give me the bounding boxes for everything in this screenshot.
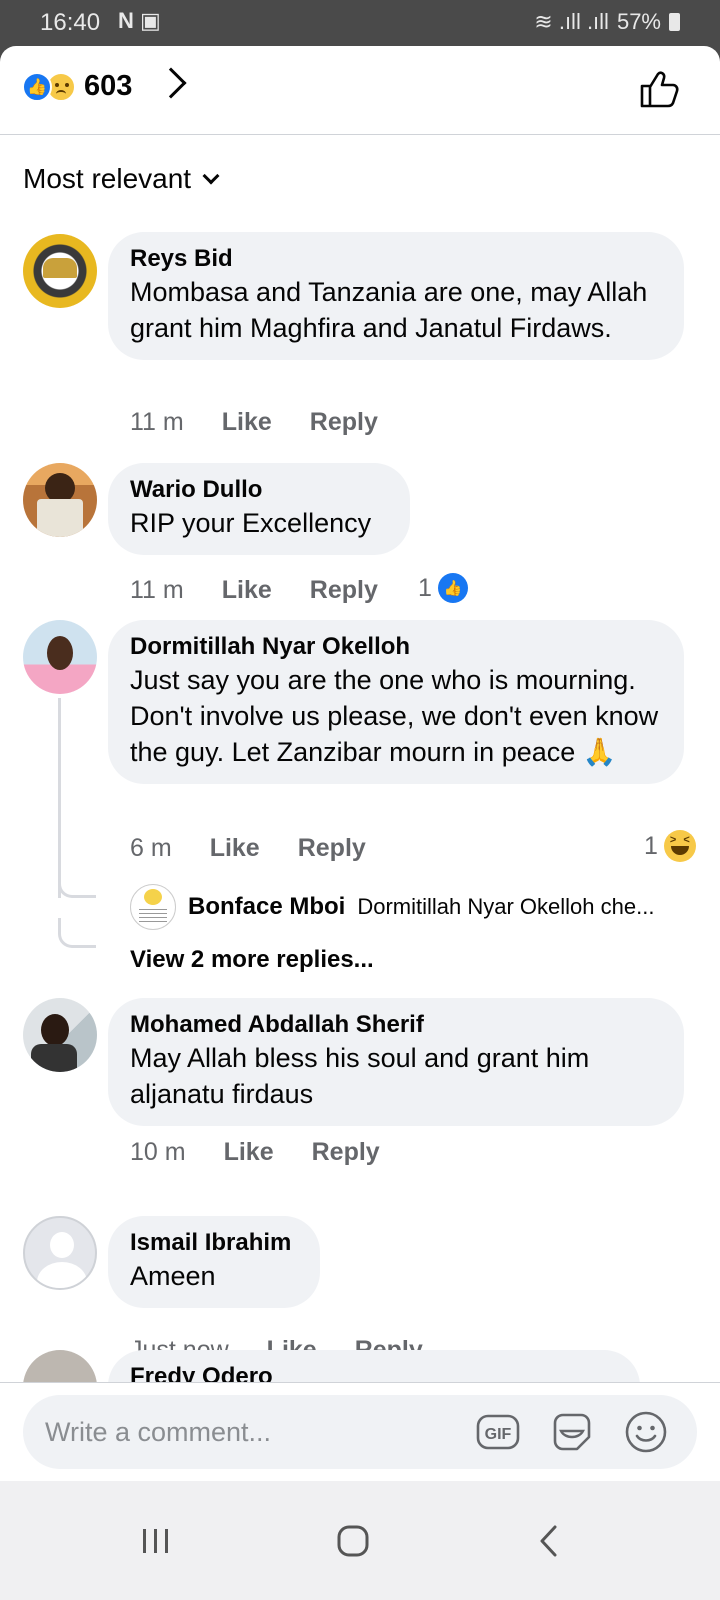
- reactions-summary[interactable]: 👍 603: [22, 70, 132, 103]
- comment-time: 10 m: [130, 1138, 186, 1166]
- comment-bubble[interactable]: Reys Bid Mombasa and Tanzania are one, m…: [108, 232, 684, 360]
- comment-actions: 10 m Like Reply: [130, 1138, 380, 1167]
- avatar[interactable]: [23, 234, 97, 308]
- reactions-header: 👍 603: [0, 46, 720, 135]
- like-reaction-icon: 👍: [437, 573, 468, 603]
- comment-actions: 6 m Like Reply: [130, 834, 366, 863]
- like-button[interactable]: Like: [210, 834, 260, 863]
- view-more-replies-link[interactable]: View 2 more replies...: [130, 946, 374, 974]
- chevron-down-icon: [202, 167, 220, 185]
- avatar-face: [47, 636, 73, 670]
- avatar[interactable]: [23, 1350, 97, 1382]
- gif-icon[interactable]: GIF: [475, 1409, 521, 1455]
- reaction-count: 603: [84, 70, 133, 102]
- reply-author[interactable]: Bonface Mboi: [188, 893, 345, 921]
- comment-text: May Allah bless his soul and grant him a…: [130, 1043, 590, 1109]
- comment-bubble[interactable]: Mohamed Abdallah Sherif May Allah bless …: [108, 998, 684, 1126]
- comment-item: Ismail Ibrahim Ameen Just now Like Reply: [0, 1216, 720, 1364]
- comment-time: 6 m: [130, 834, 172, 862]
- like-button[interactable]: Like: [222, 408, 272, 437]
- comment-reactions[interactable]: 1: [644, 830, 696, 862]
- reaction-count: 1: [644, 831, 658, 860]
- home-icon[interactable]: [333, 1521, 373, 1561]
- comment-author[interactable]: Wario Dullo: [130, 475, 388, 505]
- chevron-right-icon[interactable]: [155, 67, 187, 99]
- gif-label: GIF: [485, 1426, 512, 1443]
- avatar[interactable]: [23, 998, 97, 1072]
- comment-author[interactable]: Mohamed Abdallah Sherif: [130, 1010, 662, 1040]
- comment-time: 11 m: [130, 576, 184, 604]
- haha-reaction-icon: [663, 830, 696, 862]
- reply-button[interactable]: Reply: [298, 834, 366, 863]
- comment-text: Ameen: [130, 1261, 216, 1291]
- reply-button[interactable]: Reply: [312, 1138, 380, 1167]
- signal-icon: ≋ .ıll .ıll: [534, 9, 609, 34]
- comment-input[interactable]: [45, 1409, 465, 1455]
- comment-item: Fredy Odero: [0, 1348, 720, 1382]
- comment-actions: 11 m Like Reply: [130, 576, 378, 605]
- like-button[interactable]: Like: [224, 1138, 274, 1167]
- sort-label: Most relevant: [23, 163, 192, 194]
- sticker-icon[interactable]: [549, 1409, 595, 1455]
- android-nav-bar: [0, 1481, 720, 1600]
- status-right: ≋ .ıll .ıll 57%: [534, 9, 680, 35]
- battery-level: 57%: [616, 9, 661, 34]
- thread-connector: [58, 918, 96, 948]
- comment-actions: 11 m Like Reply: [130, 408, 378, 437]
- reaction-count: 1: [418, 573, 432, 602]
- comment-text: Just say you are the one who is mourning…: [130, 665, 659, 767]
- comment-bubble[interactable]: Ismail Ibrahim Ameen: [108, 1216, 320, 1308]
- notification-icons: N ▣: [118, 8, 161, 33]
- sort-dropdown[interactable]: Most relevant: [23, 163, 220, 195]
- back-icon[interactable]: [530, 1521, 570, 1561]
- comment-composer: GIF: [23, 1395, 697, 1469]
- like-reaction-icon: 👍: [22, 71, 52, 102]
- comment-text: Mombasa and Tanzania are one, may Allah …: [130, 277, 648, 343]
- comment-bubble[interactable]: Dormitillah Nyar Okelloh Just say you ar…: [108, 620, 684, 784]
- reply-preview[interactable]: Bonface Mboi Dormitillah Nyar Okelloh ch…: [130, 884, 690, 930]
- like-button[interactable]: Like: [222, 576, 272, 605]
- reply-button[interactable]: Reply: [310, 408, 378, 437]
- avatar-face: [41, 1014, 69, 1046]
- avatar-shirt: [37, 499, 83, 537]
- comment-author[interactable]: Dormitillah Nyar Okelloh: [130, 632, 662, 662]
- status-bar: 16:40 N ▣ ≋ .ıll .ıll 57%: [0, 0, 720, 46]
- battery-icon: [669, 13, 680, 31]
- comment-composer-area: GIF: [0, 1383, 720, 1481]
- avatar[interactable]: [23, 620, 97, 694]
- emoji-icon[interactable]: [623, 1409, 669, 1455]
- comments-sheet: 👍 603 Most relevant Reys Bid Mombasa and…: [0, 46, 720, 1600]
- comment-author[interactable]: Reys Bid: [130, 244, 662, 274]
- avatar[interactable]: [23, 463, 97, 537]
- default-avatar-icon[interactable]: [23, 1216, 97, 1290]
- like-post-icon[interactable]: [638, 68, 680, 110]
- comment-bubble[interactable]: Fredy Odero: [108, 1350, 640, 1382]
- thread-connector: [58, 878, 96, 898]
- avatar-shirt: [31, 1044, 77, 1072]
- avatar-emblem: [43, 258, 77, 278]
- comment-text: RIP your Excellency: [130, 508, 372, 538]
- comment-author[interactable]: Fredy Odero: [130, 1362, 618, 1382]
- comment-bubble[interactable]: Wario Dullo RIP your Excellency: [108, 463, 410, 555]
- recent-apps-icon[interactable]: [136, 1521, 176, 1561]
- reply-button[interactable]: Reply: [310, 576, 378, 605]
- comment-author[interactable]: Ismail Ibrahim: [130, 1228, 298, 1258]
- comment-reactions[interactable]: 1 👍: [418, 573, 468, 603]
- reply-text: Dormitillah Nyar Okelloh che...: [357, 894, 655, 919]
- thread-line: [58, 698, 61, 898]
- status-time: 16:40: [40, 9, 101, 36]
- comment-time: 11 m: [130, 408, 184, 436]
- avatar[interactable]: [130, 884, 176, 930]
